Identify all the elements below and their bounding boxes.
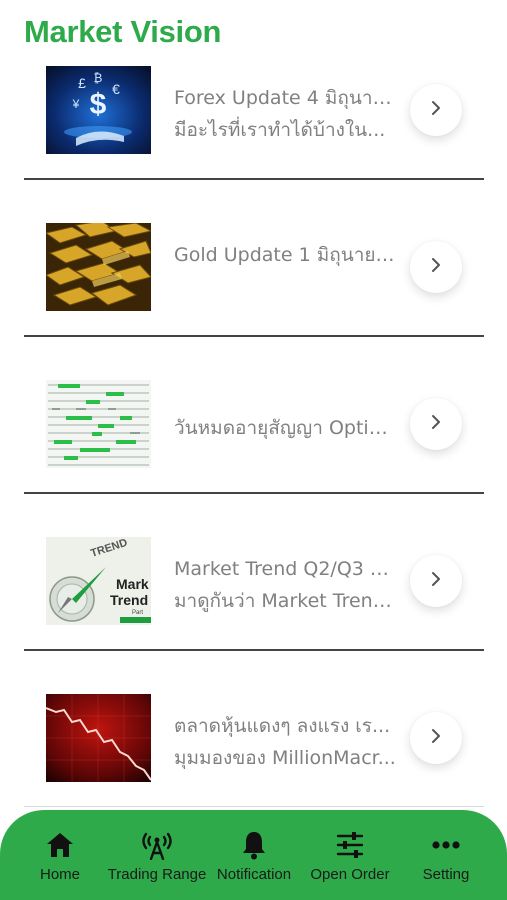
open-article-button[interactable] (410, 555, 462, 607)
antenna-icon (139, 830, 175, 860)
gold-bars-image (46, 223, 151, 311)
article-subtitle: มีอะไรที่เราทำได้บ้างใน... (174, 119, 386, 141)
nav-setting[interactable]: Setting (396, 810, 496, 900)
list-item[interactable]: วันหมดอายุสัญญา Optio... (0, 372, 507, 529)
article-title: วันหมดอายุสัญญา Optio... (174, 417, 396, 439)
article-list: $ £ ₿ € ¥ Forex Update 4 มิถุนาย... มีอะ… (0, 58, 507, 843)
article-text: Forex Update 4 มิถุนาย... มีอะไรที่เราทำ… (174, 82, 396, 146)
open-article-button[interactable] (410, 398, 462, 450)
market-trend-compass-image: TREND Mark Trend Part (46, 537, 151, 625)
red-stock-chart-image (46, 694, 151, 782)
divider (24, 649, 484, 651)
chevron-right-icon (430, 414, 442, 434)
article-subtitle: มุมมองของ MillionMacr... (174, 747, 396, 769)
list-item[interactable]: $ £ ₿ € ¥ Forex Update 4 มิถุนาย... มีอะ… (0, 58, 507, 215)
home-icon (45, 830, 75, 860)
divider (24, 806, 484, 807)
article-title: Market Trend Q2/Q3 ปี ... (174, 558, 396, 580)
svg-text:£: £ (78, 75, 86, 91)
open-article-button[interactable] (410, 241, 462, 293)
article-title: Gold Update 1 มิถุนายน... (174, 244, 396, 266)
options-table-image (46, 380, 151, 468)
open-article-button[interactable] (410, 84, 462, 136)
page-title: Market Vision (24, 14, 222, 49)
svg-text:Mark: Mark (116, 576, 149, 592)
chevron-right-icon (430, 100, 442, 120)
nav-setting-label: Setting (422, 866, 470, 883)
article-subtitle: มาดูกันว่า Market Trend... (174, 590, 396, 612)
list-item[interactable]: TREND Mark Trend Part Market Trend Q2/Q3… (0, 529, 507, 686)
article-text: Gold Update 1 มิถุนายน... (174, 239, 396, 271)
chevron-right-icon (430, 728, 442, 748)
article-text: วันหมดอายุสัญญา Optio... (174, 412, 396, 444)
nav-open-order-label: Open Order (310, 866, 390, 883)
divider (24, 335, 484, 337)
chevron-right-icon (430, 571, 442, 591)
open-article-button[interactable] (410, 712, 462, 764)
nav-home[interactable]: Home (10, 810, 110, 900)
nav-notification-label: Notification (216, 866, 292, 883)
svg-text:₿: ₿ (94, 71, 103, 85)
bottom-navigation: Home Trading Range Notification Open Ord… (0, 810, 507, 900)
nav-trading-range-label: Trading Range (107, 866, 207, 883)
sliders-icon (335, 830, 365, 860)
svg-text:$: $ (90, 88, 107, 121)
divider (24, 492, 484, 494)
nav-notification[interactable]: Notification (204, 810, 304, 900)
nav-home-label: Home (39, 866, 80, 883)
forex-currency-image: $ £ ₿ € ¥ (46, 66, 151, 154)
more-dots-icon (431, 830, 461, 860)
article-text: Market Trend Q2/Q3 ปี ... มาดูกันว่า Mar… (174, 553, 396, 617)
svg-text:Part: Part (132, 610, 143, 616)
bell-icon (241, 830, 267, 860)
list-item[interactable]: Gold Update 1 มิถุนายน... (0, 215, 507, 372)
article-title: ตลาดหุ้นแดงๆ ลงแรง เร... (174, 715, 391, 737)
nav-trading-range[interactable]: Trading Range (107, 810, 207, 900)
svg-text:€: € (112, 81, 120, 97)
article-text: ตลาดหุ้นแดงๆ ลงแรง เร... มุมมองของ Milli… (174, 710, 396, 774)
chevron-right-icon (430, 257, 442, 277)
nav-open-order[interactable]: Open Order (300, 810, 400, 900)
divider (24, 178, 484, 180)
svg-text:Trend: Trend (110, 592, 148, 608)
article-title: Forex Update 4 มิถุนาย... (174, 87, 396, 109)
svg-text:¥: ¥ (72, 97, 80, 111)
